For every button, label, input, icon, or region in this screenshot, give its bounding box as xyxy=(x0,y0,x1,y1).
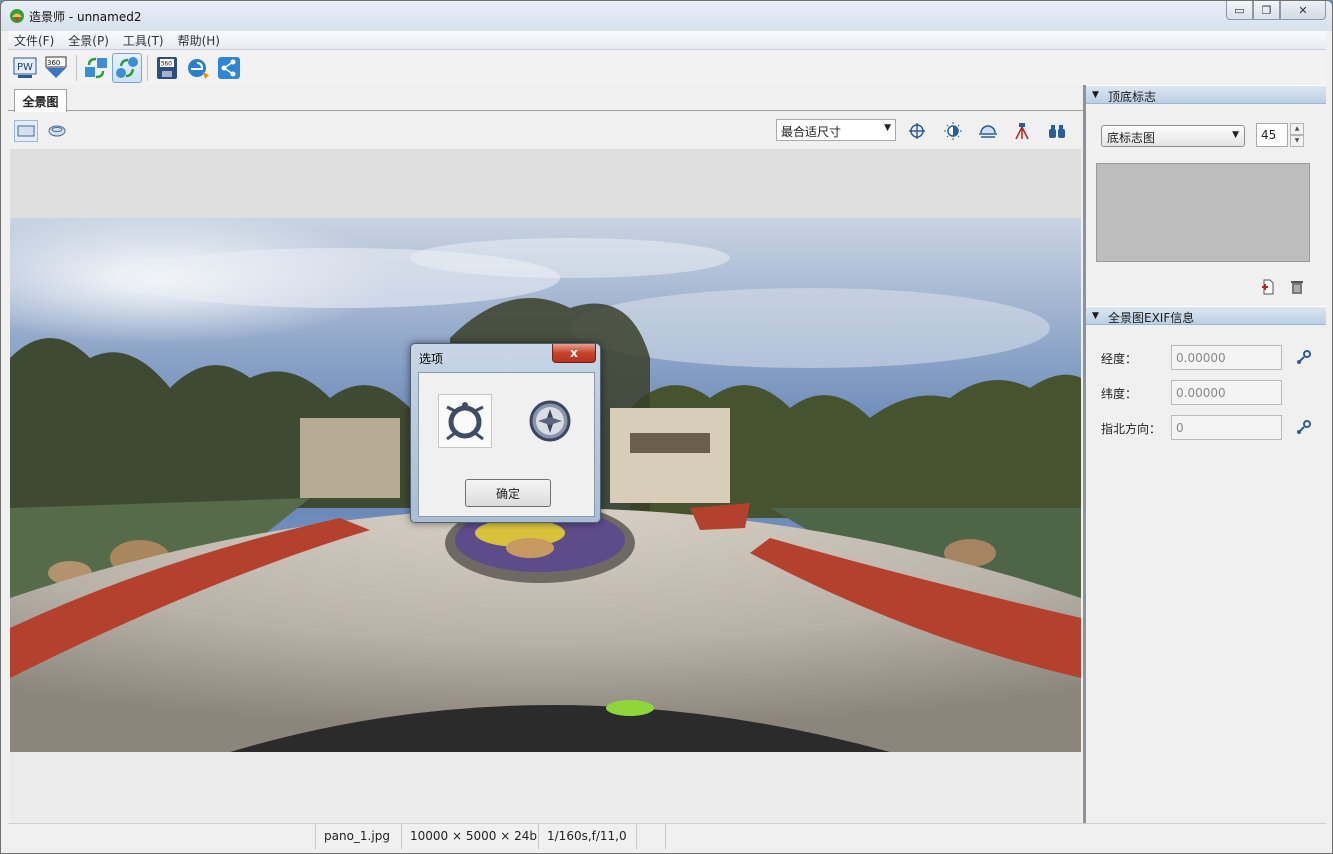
add-marker-button[interactable] xyxy=(1260,279,1276,295)
pick-location-button[interactable] xyxy=(1296,349,1312,365)
north-direction-label: 指北方向： xyxy=(1101,422,1162,436)
dialog-close-button[interactable]: x xyxy=(552,344,596,363)
dialog-body: 确定 xyxy=(418,372,595,517)
tab-strip: 全景图 xyxy=(8,85,1083,112)
panorama-canvas[interactable]: 选项 x 确定 xyxy=(10,149,1081,752)
pick-north-button[interactable] xyxy=(1296,419,1312,435)
latitude-field[interactable]: 0.00000 xyxy=(1171,380,1282,405)
option-compass-marker[interactable] xyxy=(523,394,577,448)
link-pick-icon xyxy=(1297,350,1311,364)
toolbar-separator xyxy=(147,55,148,81)
longitude-field[interactable]: 0.00000 xyxy=(1171,345,1282,370)
horizon-icon xyxy=(979,125,997,138)
window-title: 造景师 - unnamed2 xyxy=(29,10,142,24)
browser-preview-button[interactable] xyxy=(183,53,213,83)
status-exposure: 1/160s,f/11,0 xyxy=(538,824,636,849)
menu-file[interactable]: 文件(F) xyxy=(14,32,54,49)
svg-text:360: 360 xyxy=(47,59,60,67)
collapse-triangle-icon: ▼ xyxy=(1092,90,1099,100)
dialog-ok-button[interactable]: 确定 xyxy=(465,479,551,507)
sync-button[interactable] xyxy=(81,53,111,83)
network-sync-button[interactable] xyxy=(112,53,142,83)
zoom-select[interactable]: 最合适尺寸 ▼ xyxy=(776,119,896,141)
canvas-bottom-margin xyxy=(10,752,1081,822)
brightness-icon xyxy=(944,122,962,140)
marker-size-stepper[interactable]: ▲ ▼ xyxy=(1290,123,1304,147)
link-pick-icon xyxy=(1297,420,1311,434)
marker-type-select[interactable]: 底标志图 ▼ xyxy=(1101,125,1245,147)
pw-button[interactable]: PW xyxy=(10,53,40,83)
brightness-button[interactable] xyxy=(941,120,965,142)
center-button[interactable] xyxy=(905,120,929,142)
minimize-button[interactable]: ▭ xyxy=(1226,1,1253,20)
north-direction-field[interactable]: 0 xyxy=(1171,415,1282,440)
add-file-icon xyxy=(1262,279,1274,295)
svg-text:360: 360 xyxy=(161,61,173,68)
horizon-button[interactable] xyxy=(976,120,1000,142)
viewer-toolbar: 最合适尺寸 ▼ xyxy=(8,115,1083,147)
zoom-select-value: 最合适尺寸 xyxy=(781,125,842,139)
collapse-triangle-icon: ▼ xyxy=(1092,311,1099,321)
stepper-down-icon[interactable]: ▼ xyxy=(1290,135,1304,147)
menu-help[interactable]: 帮助(H) xyxy=(178,32,220,49)
marker-size-input[interactable]: 45 xyxy=(1256,123,1288,147)
flat-view-button[interactable] xyxy=(14,120,38,142)
tab-panorama[interactable]: 全景图 xyxy=(14,89,67,112)
tripod-button[interactable] xyxy=(1010,120,1034,142)
ring-marker-icon xyxy=(446,402,484,441)
compass-marker-icon xyxy=(529,400,571,442)
status-empty-cell xyxy=(636,824,666,849)
properties-pane: ▼ 顶底标志 底标志图 ▼ 45 ▲ ▼ ▼ 全景图EXIF信息 经度： 0.0… xyxy=(1086,85,1326,823)
menu-bar: 文件(F) 全景(P) 工具(T) 帮助(H) xyxy=(8,31,1326,50)
network-sync-icon xyxy=(116,57,138,78)
stepper-up-icon[interactable]: ▲ xyxy=(1290,123,1304,135)
crosshair-icon xyxy=(909,123,925,139)
close-button[interactable]: ✕ xyxy=(1280,1,1326,20)
longitude-label: 经度： xyxy=(1101,352,1138,366)
sphere-view-button[interactable] xyxy=(45,120,69,142)
binoculars-icon xyxy=(1049,125,1065,138)
viewer-pane: 全景图 最合适尺寸 ▼ 选项 x 确定 xyxy=(8,85,1083,823)
toolbar-separator xyxy=(76,55,77,81)
360-export-icon: 360 xyxy=(45,56,67,78)
status-bar: pano_1.jpg 10000 × 5000 × 24b 1/160s,f/1… xyxy=(8,823,1326,849)
maximize-button[interactable]: ❐ xyxy=(1253,1,1280,20)
svg-text:PW: PW xyxy=(17,62,33,73)
app-window: 造景师 - unnamed2 ▭ ❐ ✕ 文件(F) 全景(P) 工具(T) 帮… xyxy=(0,0,1333,854)
pw-icon: PW xyxy=(13,57,37,78)
title-bar[interactable]: 造景师 - unnamed2 ▭ ❐ ✕ xyxy=(1,1,1332,31)
chevron-down-icon: ▼ xyxy=(884,123,891,133)
tripod-icon xyxy=(1015,123,1029,140)
sphere-view-icon xyxy=(48,125,66,137)
latitude-label: 纬度： xyxy=(1101,387,1138,401)
save-360-button[interactable]: 360 xyxy=(152,53,182,83)
option-ring-marker[interactable] xyxy=(438,394,492,448)
share-icon xyxy=(218,57,240,79)
marker-type-value: 底标志图 xyxy=(1107,131,1156,145)
app-logo-icon xyxy=(10,9,24,23)
save-360-icon: 360 xyxy=(157,57,177,79)
section-header-exif[interactable]: ▼ 全景图EXIF信息 xyxy=(1086,306,1326,325)
sync-icon xyxy=(85,57,107,79)
status-dimensions: 10000 × 5000 × 24b xyxy=(401,824,538,849)
marker-preview xyxy=(1096,163,1310,262)
main-toolbar: PW 360 360 xyxy=(8,51,1326,85)
browser-preview-icon xyxy=(188,59,209,79)
chevron-down-icon: ▼ xyxy=(1232,130,1239,140)
flat-view-icon xyxy=(17,125,35,137)
trash-icon xyxy=(1291,281,1303,294)
menu-panorama[interactable]: 全景(P) xyxy=(68,32,109,49)
export-360-button[interactable]: 360 xyxy=(41,53,71,83)
delete-marker-button[interactable] xyxy=(1289,279,1305,295)
section-header-nadir-marker[interactable]: ▼ 顶底标志 xyxy=(1086,85,1326,104)
share-button[interactable] xyxy=(214,53,244,83)
menu-tools[interactable]: 工具(T) xyxy=(123,32,164,49)
options-dialog: 选项 x 确定 xyxy=(410,343,601,523)
section-title: 全景图EXIF信息 xyxy=(1108,311,1195,325)
dialog-title: 选项 xyxy=(419,352,444,366)
status-filename: pano_1.jpg xyxy=(315,824,401,849)
section-title: 顶底标志 xyxy=(1108,90,1157,104)
binoculars-button[interactable] xyxy=(1045,120,1069,142)
